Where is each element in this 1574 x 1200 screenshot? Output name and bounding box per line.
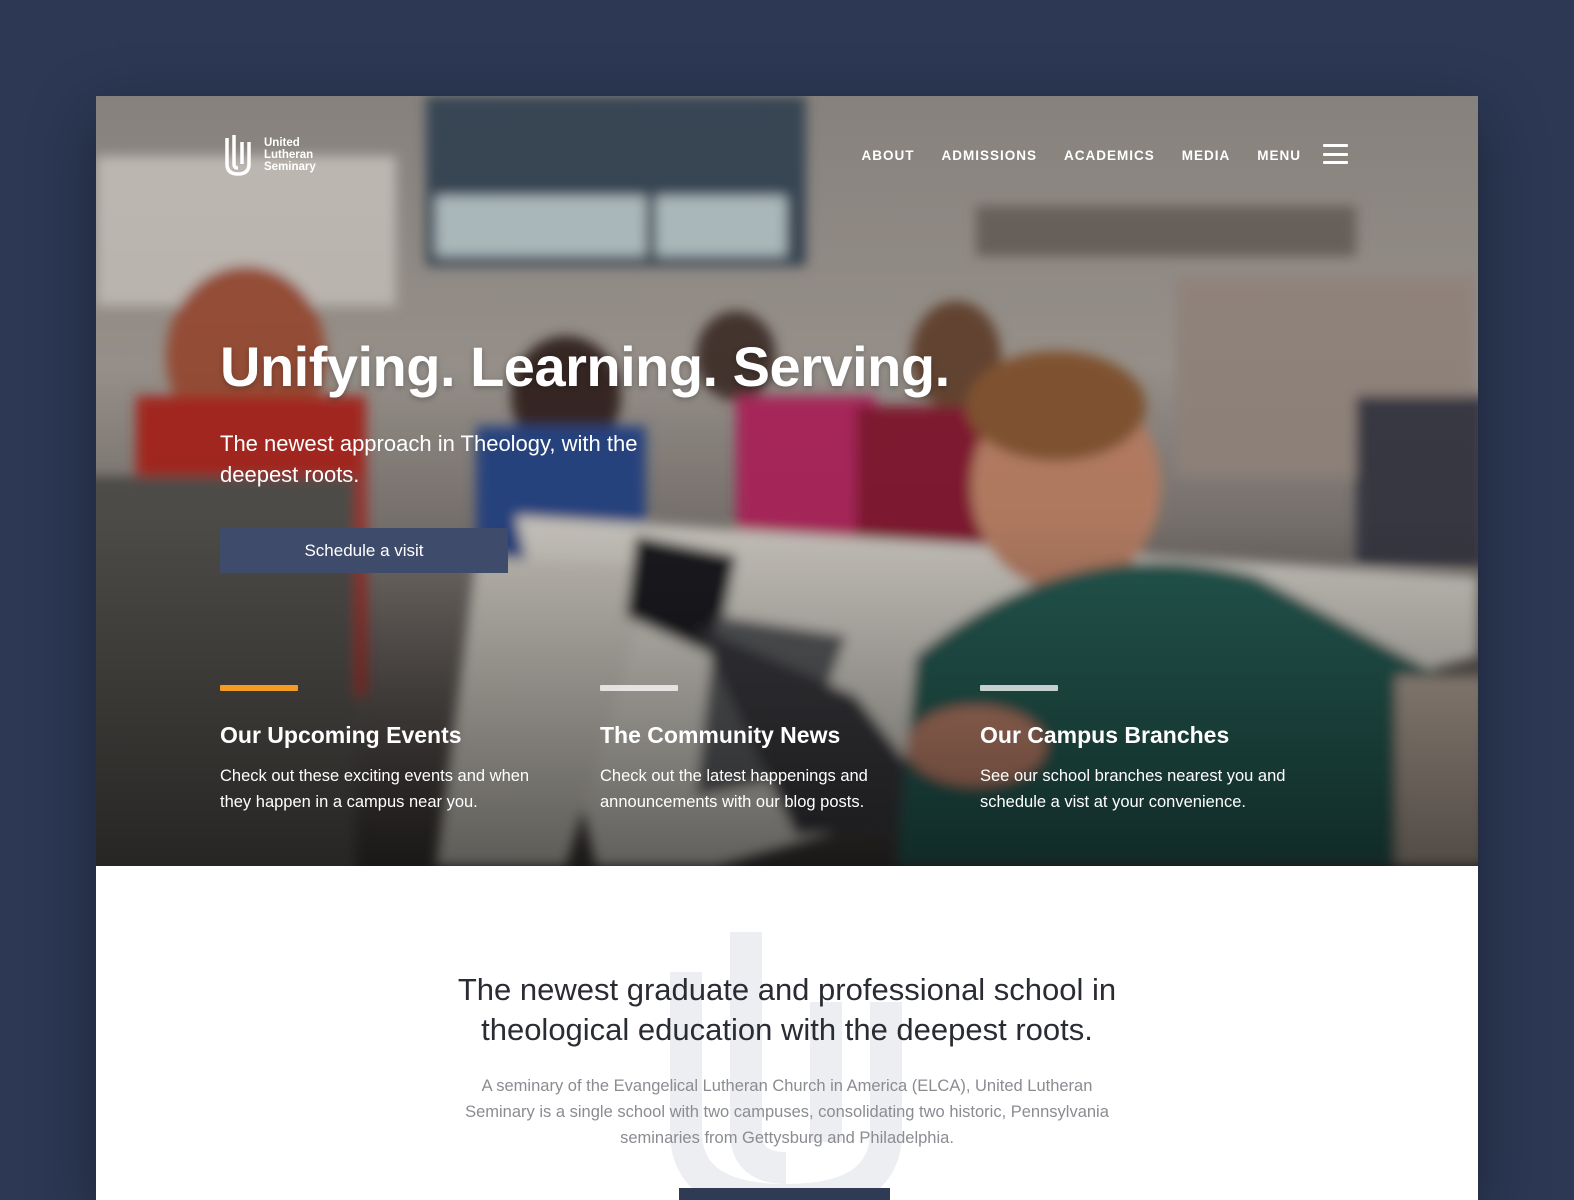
feature-description: See our school branches nearest you and … (980, 767, 1286, 811)
nav-about[interactable]: ABOUT (861, 148, 914, 163)
feature-title[interactable]: Our Upcoming Events (220, 722, 600, 749)
hero-title: Unifying. Learning. Serving. (220, 335, 950, 398)
logo-mark-icon (224, 134, 256, 176)
nav-media[interactable]: MEDIA (1182, 148, 1231, 163)
hamburger-line (1323, 152, 1348, 156)
feature-title[interactable]: The Community News (600, 722, 980, 749)
feature-indicator-active (220, 685, 298, 691)
site-logo[interactable]: United Lutheran Seminary (224, 134, 334, 176)
hamburger-icon[interactable] (1323, 144, 1348, 164)
logo-wordmark: United Lutheran Seminary (264, 137, 334, 173)
intro-text: A seminary of the Evangelical Lutheran C… (465, 1077, 1109, 1147)
feature-description: Check out the latest happenings and anno… (600, 767, 868, 811)
hamburger-line (1323, 161, 1348, 164)
feature-title[interactable]: Our Campus Branches (980, 722, 1360, 749)
feature-upcoming-events[interactable]: Our Upcoming Events Check out these exci… (220, 685, 600, 815)
intro-section: The newest graduate and professional sch… (96, 866, 1478, 1200)
feature-community-news[interactable]: The Community News Check out the latest … (600, 685, 980, 815)
feature-description: Check out these exciting events and when… (220, 767, 530, 811)
intro-heading: The newest graduate and professional sch… (457, 972, 1117, 1047)
hamburger-line (1323, 144, 1348, 147)
hero-subtitle: The newest approach in Theology, with th… (220, 431, 638, 487)
logo-line-1: United (264, 137, 300, 149)
menu-toggle[interactable]: MENU (1257, 144, 1348, 164)
logo-line-2: Lutheran (264, 149, 314, 161)
feature-campus-branches[interactable]: Our Campus Branches See our school branc… (980, 685, 1360, 815)
nav-admissions[interactable]: ADMISSIONS (941, 148, 1037, 163)
hero-section: United Lutheran Seminary ABOUT ADMISSION… (96, 96, 1478, 866)
feature-indicator (600, 685, 678, 691)
nav-academics[interactable]: ACADEMICS (1064, 148, 1155, 163)
intro-button[interactable] (679, 1188, 890, 1200)
feature-indicator (980, 685, 1058, 691)
schedule-visit-button[interactable]: Schedule a visit (220, 528, 508, 573)
logo-line-3: Seminary (264, 161, 316, 173)
website-frame: United Lutheran Seminary ABOUT ADMISSION… (96, 96, 1478, 1200)
nav-menu-label[interactable]: MENU (1257, 148, 1301, 163)
feature-columns: Our Upcoming Events Check out these exci… (220, 685, 1360, 815)
main-nav: ABOUT ADMISSIONS ACADEMICS MEDIA MENU (861, 144, 1348, 164)
